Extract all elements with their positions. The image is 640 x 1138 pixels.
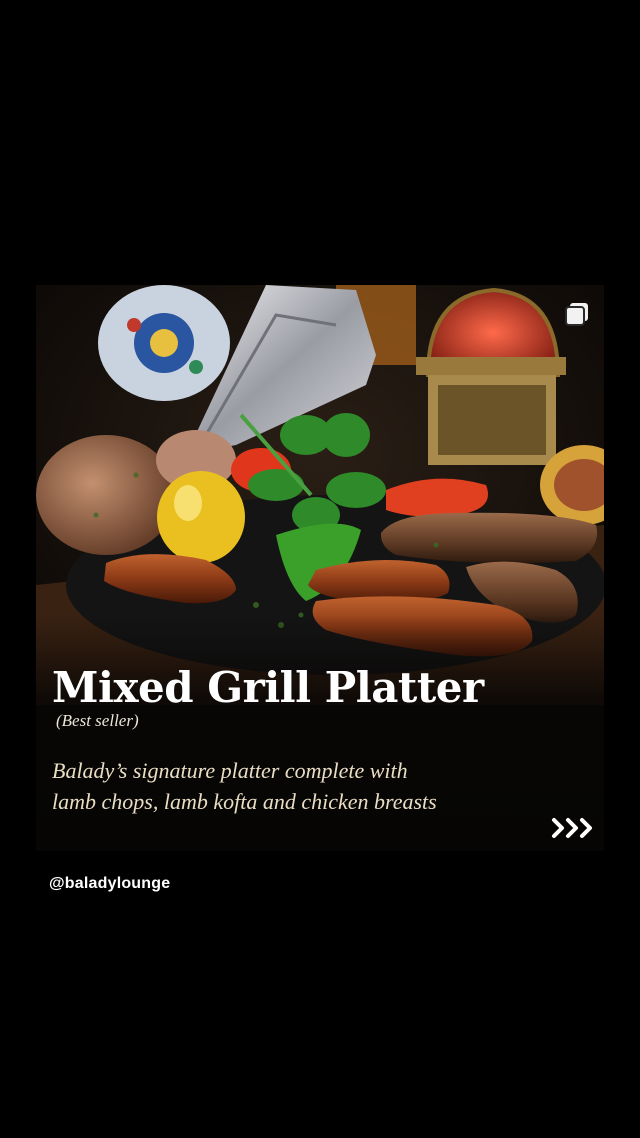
post-title: Mixed Grill Platter [52, 663, 484, 712]
post-description: Balady’s signature platter complete with… [52, 755, 522, 817]
description-line: Balady’s signature platter complete with [52, 758, 408, 783]
best-seller-label: (Best seller) [56, 711, 139, 730]
account-username[interactable]: @baladylounge [49, 875, 170, 893]
triple-chevron-right-icon[interactable] [550, 815, 596, 841]
stacked-squares-icon[interactable] [564, 301, 590, 327]
description-line: lamb chops, lamb kofta and chicken breas… [52, 789, 437, 814]
post-card[interactable]: Mixed Grill Platter (Best seller) Balady… [36, 285, 604, 851]
